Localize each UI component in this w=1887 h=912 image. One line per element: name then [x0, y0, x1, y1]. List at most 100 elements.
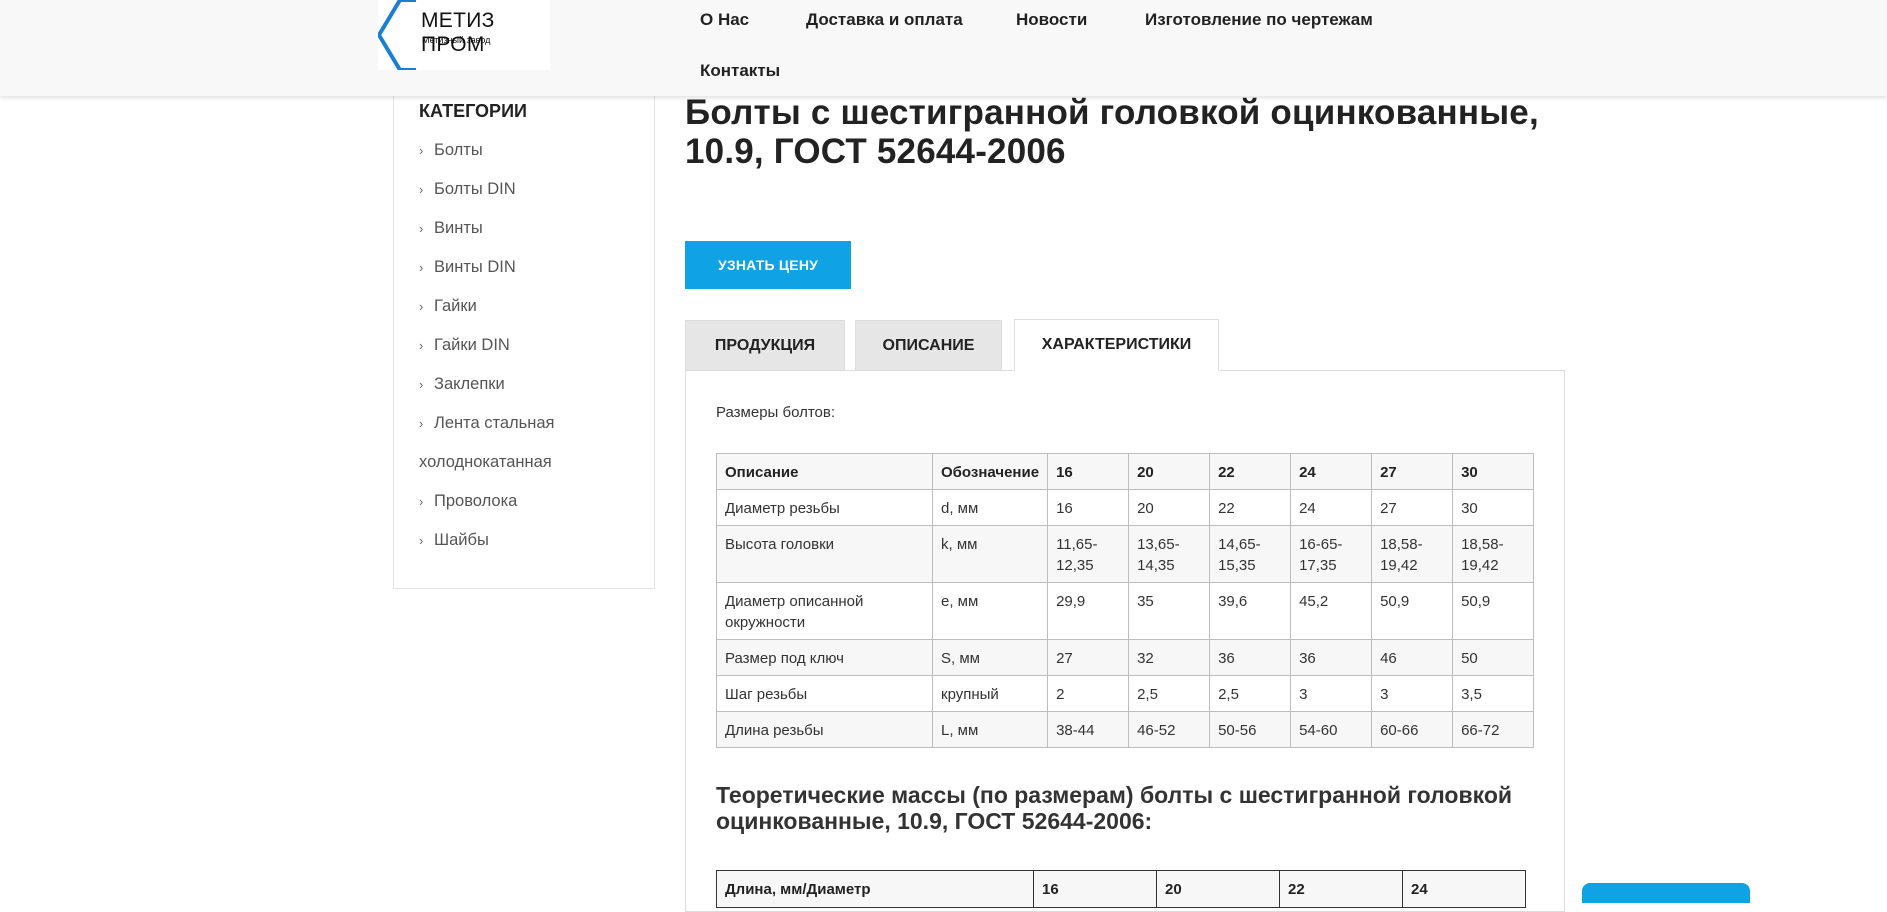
table-header-cell: 27	[1371, 453, 1454, 490]
table-cell: k, мм	[931, 525, 1049, 583]
table-cell: 32	[1128, 639, 1211, 676]
nav-custom-manufacturing[interactable]: Изготовление по чертежам	[1145, 10, 1373, 30]
mass-table: Длина, мм/Диаметр 16 20 22 24	[716, 870, 1526, 908]
table-cell: 11,65-12,35	[1047, 525, 1130, 583]
tab-description[interactable]: ОПИСАНИЕ	[855, 320, 1002, 370]
table-cell: Диаметр резьбы	[716, 489, 933, 526]
table-header-cell: 24	[1290, 453, 1373, 490]
table-cell: e, мм	[931, 582, 1049, 640]
table-cell: 36	[1290, 639, 1373, 676]
table-cell: 27	[1371, 489, 1454, 526]
chevron-right-icon: ›	[419, 221, 424, 236]
table-cell: 46-52	[1128, 711, 1211, 748]
category-sidebar: КАТЕГОРИИ › Болты › Болты DIN › Винты › Винт…	[393, 68, 655, 589]
table-cell: 60-66	[1371, 711, 1454, 748]
table-cell: 35	[1128, 582, 1211, 640]
table-header-cell: Обозначение	[931, 453, 1049, 490]
chevron-right-icon: ›	[419, 494, 424, 509]
category-steel-strip-wrap[interactable]: холоднокатанная	[419, 453, 552, 472]
chevron-right-icon: ›	[419, 377, 424, 392]
table-cell: 39,6	[1209, 582, 1292, 640]
category-label: Болты	[434, 141, 483, 159]
category-bolts[interactable]: › Болты	[419, 141, 483, 160]
table-cell: 36	[1209, 639, 1292, 676]
logo[interactable]: МЕТИЗ ПРОМ Метизный завод	[378, 0, 550, 70]
page-title: Болты с шестигранной головкой оцинкованн…	[685, 93, 1565, 171]
category-label: Лента стальная	[434, 414, 555, 432]
category-steel-strip[interactable]: › Лента стальная	[419, 414, 555, 433]
table-row: Высота головки k, мм 11,65-12,35 13,65-14,3…	[716, 525, 1535, 583]
table-row: Размер под ключ S, мм 27 32 36 36 46 50	[716, 639, 1535, 676]
category-label: Шайбы	[434, 531, 489, 549]
chevron-right-icon: ›	[419, 143, 424, 158]
table-cell: 18,58-19,42	[1452, 525, 1535, 583]
table-header-cell: 30	[1452, 453, 1535, 490]
table-cell: 22	[1209, 489, 1292, 526]
table-cell: 13,65-14,35	[1128, 525, 1211, 583]
category-label: Проволока	[434, 492, 518, 510]
chevron-right-icon: ›	[419, 260, 424, 275]
site-header: МЕТИЗ ПРОМ Метизный завод О Нас Доставка…	[0, 0, 1887, 96]
category-bolts-din[interactable]: › Болты DIN	[419, 180, 516, 199]
table-cell: 3	[1290, 675, 1373, 712]
table-cell: 2,5	[1209, 675, 1292, 712]
table-cell: 14,65-15,35	[1209, 525, 1292, 583]
page-title-line2: 10.9, ГОСТ 52644-2006	[685, 132, 1066, 171]
table-cell: 30	[1452, 489, 1535, 526]
table-cell: 3,5	[1452, 675, 1535, 712]
category-screws-din[interactable]: › Винты DIN	[419, 258, 516, 277]
category-nuts-din[interactable]: › Гайки DIN	[419, 336, 510, 355]
mass-section-heading: Теоретические массы (по размерам) болты …	[716, 782, 1513, 834]
sidebar-title: КАТЕГОРИИ	[419, 101, 527, 121]
table-cell: 3	[1371, 675, 1454, 712]
category-nuts[interactable]: › Гайки	[419, 297, 477, 316]
logo-subtitle: Метизный завод	[422, 35, 491, 45]
table-header-cell: 16	[1033, 870, 1157, 908]
table-cell: 2	[1047, 675, 1130, 712]
table-row: Шаг резьбы крупный 2 2,5 2,5 3 3 3,5	[716, 675, 1535, 712]
table-cell: 50,9	[1452, 582, 1535, 640]
get-price-button[interactable]: УЗНАТЬ ЦЕНУ	[685, 241, 851, 289]
table-cell: крупный	[931, 675, 1049, 712]
chevron-right-icon: ›	[419, 416, 424, 431]
table-header-cell: 22	[1209, 453, 1292, 490]
table-header-cell: Длина, мм/Диаметр	[716, 870, 1034, 908]
table-cell: Шаг резьбы	[716, 675, 933, 712]
table-header-cell: 22	[1279, 870, 1403, 908]
table-cell: 29,9	[1047, 582, 1130, 640]
tab-products[interactable]: ПРОДУКЦИЯ	[685, 320, 845, 370]
bolt-sizes-table: Описание Обозначение 16 20 22 24 27 30 Д…	[716, 453, 1535, 748]
table-header-cell: 20	[1156, 870, 1280, 908]
floating-callback-button[interactable]	[1582, 883, 1750, 903]
category-wire[interactable]: › Проволока	[419, 492, 517, 511]
table-cell: 50	[1452, 639, 1535, 676]
table-cell: 54-60	[1290, 711, 1373, 748]
chevron-right-icon: ›	[419, 533, 424, 548]
table-row: Диаметр резьбы d, мм 16 20 22 24 27 30	[716, 489, 1535, 526]
category-label: Болты DIN	[434, 180, 516, 198]
table-cell: 20	[1128, 489, 1211, 526]
tab-characteristics[interactable]: ХАРАКТЕРИСТИКИ	[1014, 319, 1219, 371]
nav-delivery[interactable]: Доставка и оплата	[806, 10, 963, 30]
nav-news[interactable]: Новости	[1016, 10, 1087, 30]
nav-contacts[interactable]: Контакты	[700, 61, 780, 81]
table-cell: 50-56	[1209, 711, 1292, 748]
intro-text: Размеры болтов:	[716, 404, 836, 421]
category-screws[interactable]: › Винты	[419, 219, 483, 238]
table-row: Длина резьбы L, мм 38-44 46-52 50-56 54-60 60-…	[716, 711, 1535, 748]
table-cell: Размер под ключ	[716, 639, 933, 676]
table-header-cell: 24	[1402, 870, 1526, 908]
table-cell: 46	[1371, 639, 1454, 676]
category-washers[interactable]: › Шайбы	[419, 531, 489, 550]
category-rivets[interactable]: › Заклепки	[419, 375, 505, 394]
chevron-right-icon: ›	[419, 338, 424, 353]
table-cell: Диаметр описанной окружности	[716, 582, 933, 640]
table-cell: 45,2	[1290, 582, 1373, 640]
table-cell: d, мм	[931, 489, 1049, 526]
nav-about[interactable]: О Нас	[700, 10, 749, 30]
table-cell: S, мм	[931, 639, 1049, 676]
category-label: Гайки	[434, 297, 477, 315]
table-cell: 38-44	[1047, 711, 1130, 748]
page-title-line1: Болты с шестигранной головкой оцинкованн…	[685, 93, 1539, 132]
category-label: Винты	[434, 219, 483, 237]
